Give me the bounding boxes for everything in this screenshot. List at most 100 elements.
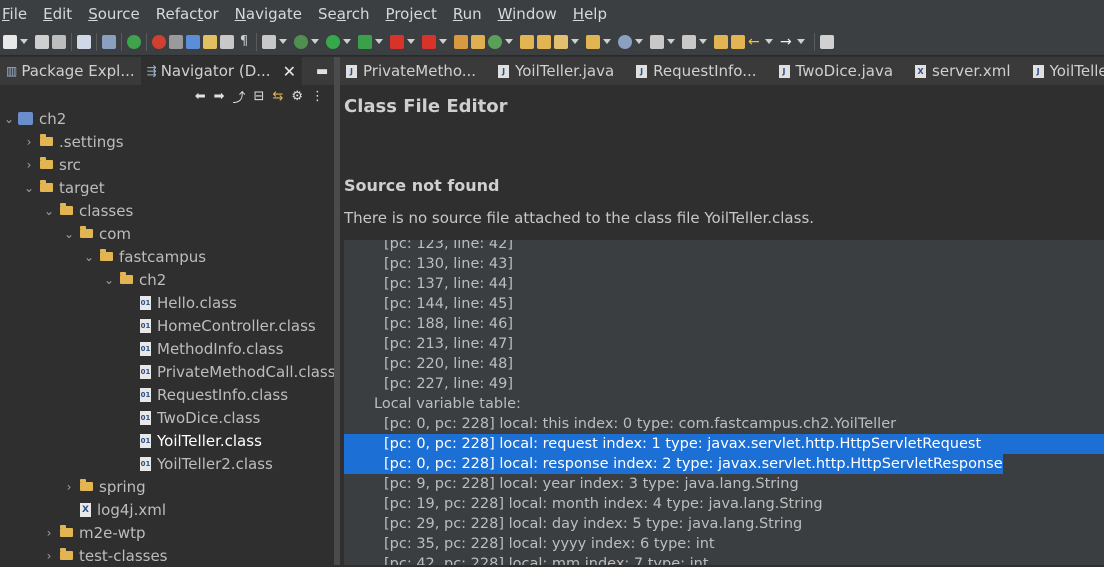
view-menu-icon[interactable]: ⋮: [311, 89, 324, 104]
chevron-right-icon[interactable]: ›: [62, 480, 76, 494]
tree-item[interactable]: ⌄ ch2: [102, 268, 166, 291]
up-icon[interactable]: ⤴: [233, 87, 246, 106]
chevron-down-icon[interactable]: ⌄: [62, 227, 76, 241]
tree-item[interactable]: 01 HomeController.class: [122, 314, 316, 337]
editor-tab[interactable]: J TwoDice.java: [773, 57, 910, 85]
chevron-right-icon[interactable]: ›: [22, 135, 36, 149]
new-java-project-icon[interactable]: [454, 34, 468, 49]
close-icon[interactable]: ✕: [283, 62, 296, 81]
chevron-right-icon[interactable]: ›: [22, 158, 36, 172]
tree-item[interactable]: 01 YoilTeller2.class: [122, 452, 273, 475]
collapse-all-icon[interactable]: ⊟: [254, 89, 265, 104]
tree-item[interactable]: › m2e-wtp: [42, 521, 146, 544]
tree-item[interactable]: › spring: [62, 475, 146, 498]
tree-item[interactable]: 01 YoilTeller.class: [122, 429, 262, 452]
task-icon[interactable]: [220, 34, 234, 49]
menu-item[interactable]: Search: [315, 5, 383, 23]
menu-item[interactable]: Help: [570, 5, 620, 23]
tree-item[interactable]: Xlog4j.xml: [62, 498, 166, 521]
next-edit-icon[interactable]: [731, 34, 745, 49]
editor-tab[interactable]: J RequestInfo...: [630, 57, 772, 85]
menu-item[interactable]: Run: [450, 5, 495, 23]
tree-item[interactable]: 01 MethodInfo.class: [122, 337, 283, 360]
chevron-down-icon[interactable]: [439, 39, 447, 44]
new-class-icon[interactable]: [488, 34, 502, 49]
tree-item[interactable]: › .settings: [22, 130, 124, 153]
chevron-down-icon[interactable]: [667, 39, 675, 44]
editor-tab[interactable]: J PrivateMetho...: [340, 57, 492, 85]
chevron-down-icon[interactable]: [765, 39, 773, 44]
editor-tab[interactable]: Xserver.xml: [909, 57, 1027, 85]
menu-item[interactable]: File: [0, 5, 40, 23]
filter-icon[interactable]: ⚙: [291, 89, 303, 104]
save-icon[interactable]: [35, 34, 49, 49]
tree-item[interactable]: 01 RequestInfo.class: [122, 383, 288, 406]
tree-item[interactable]: ⌄ ch2: [2, 107, 66, 130]
tree-item[interactable]: 01 TwoDice.class: [122, 406, 260, 429]
chevron-down-icon[interactable]: [797, 39, 805, 44]
pilcrow-icon[interactable]: ¶: [237, 34, 251, 49]
chevron-down-icon[interactable]: [311, 39, 319, 44]
chevron-down-icon[interactable]: [279, 39, 287, 44]
chevron-down-icon[interactable]: [571, 39, 579, 44]
tree-item[interactable]: 01 PrivateMethodCall.class: [122, 360, 336, 383]
menu-item[interactable]: Navigate: [232, 5, 315, 23]
chevron-down-icon[interactable]: ⌄: [82, 250, 96, 264]
chevron-down-icon[interactable]: [407, 39, 415, 44]
tree-item[interactable]: ⌄ fastcampus: [82, 245, 206, 268]
edit-icon[interactable]: [554, 34, 568, 49]
chevron-down-icon[interactable]: ⌄: [2, 112, 16, 126]
open-resource-icon[interactable]: [586, 34, 600, 49]
tree-item[interactable]: ⌄ target: [22, 176, 105, 199]
chevron-down-icon[interactable]: [20, 39, 28, 44]
highlight-icon[interactable]: [186, 34, 200, 49]
coverage-icon[interactable]: [422, 34, 436, 49]
tree-item[interactable]: › src: [22, 153, 81, 176]
debug-icon[interactable]: [294, 34, 308, 49]
chevron-right-icon[interactable]: ›: [42, 526, 56, 540]
server-icon[interactable]: [152, 34, 166, 49]
chevron-down-icon[interactable]: [343, 39, 351, 44]
save-all-icon[interactable]: [52, 34, 66, 49]
annotation-up-icon[interactable]: [682, 34, 696, 49]
bytecode-view[interactable]: [pc: 123, line: 42] [pc: 130, line: 43] [p…: [344, 240, 1104, 565]
skip-breakpoints-icon[interactable]: [102, 34, 116, 49]
chevron-down-icon[interactable]: ⌄: [42, 204, 56, 218]
stop-icon[interactable]: [390, 34, 404, 49]
tree-item[interactable]: ⌄ classes: [42, 199, 133, 222]
new-icon[interactable]: [3, 34, 17, 49]
external-tools-icon[interactable]: [358, 34, 372, 49]
editor-tab[interactable]: J YoilTelle: [1027, 57, 1104, 85]
people-icon[interactable]: [262, 34, 276, 49]
forward-arrow-icon[interactable]: →: [780, 35, 794, 49]
back-arrow-icon[interactable]: ←: [748, 35, 762, 49]
new-package-icon[interactable]: [471, 34, 485, 49]
link-with-editor-icon[interactable]: ⇆: [272, 89, 283, 104]
chevron-down-icon[interactable]: [699, 39, 707, 44]
menu-item[interactable]: Edit: [40, 5, 85, 23]
chevron-down-icon[interactable]: [635, 39, 643, 44]
tree-item[interactable]: › test-classes: [42, 544, 168, 567]
minimize-icon[interactable]: ▬: [316, 64, 328, 79]
terminal-icon[interactable]: [77, 34, 91, 49]
tab-package-explorer[interactable]: ▥ Package Expl...: [0, 57, 141, 85]
power-icon[interactable]: [127, 34, 141, 49]
open-perspective-icon[interactable]: [820, 34, 834, 49]
chevron-down-icon[interactable]: ⌄: [22, 181, 36, 195]
annotation-down-icon[interactable]: [650, 34, 664, 49]
chevron-right-icon[interactable]: ›: [42, 549, 56, 563]
globe-icon[interactable]: [618, 34, 632, 49]
open-project-icon[interactable]: [537, 34, 551, 49]
editor-tab[interactable]: J YoilTeller.java: [492, 57, 630, 85]
open-type-icon[interactable]: [203, 34, 217, 49]
chevron-down-icon[interactable]: [505, 39, 513, 44]
menu-item[interactable]: Project: [383, 5, 450, 23]
debug-tools-icon[interactable]: [169, 34, 183, 49]
menu-item[interactable]: Source: [85, 5, 153, 23]
chevron-down-icon[interactable]: [375, 39, 383, 44]
tree-item[interactable]: ⌄ com: [62, 222, 131, 245]
tree-item[interactable]: 01 Hello.class: [122, 291, 237, 314]
back-arrow-icon[interactable]: ⬅: [195, 89, 206, 104]
menu-item[interactable]: Window: [495, 5, 570, 23]
chevron-down-icon[interactable]: ⌄: [102, 273, 116, 287]
